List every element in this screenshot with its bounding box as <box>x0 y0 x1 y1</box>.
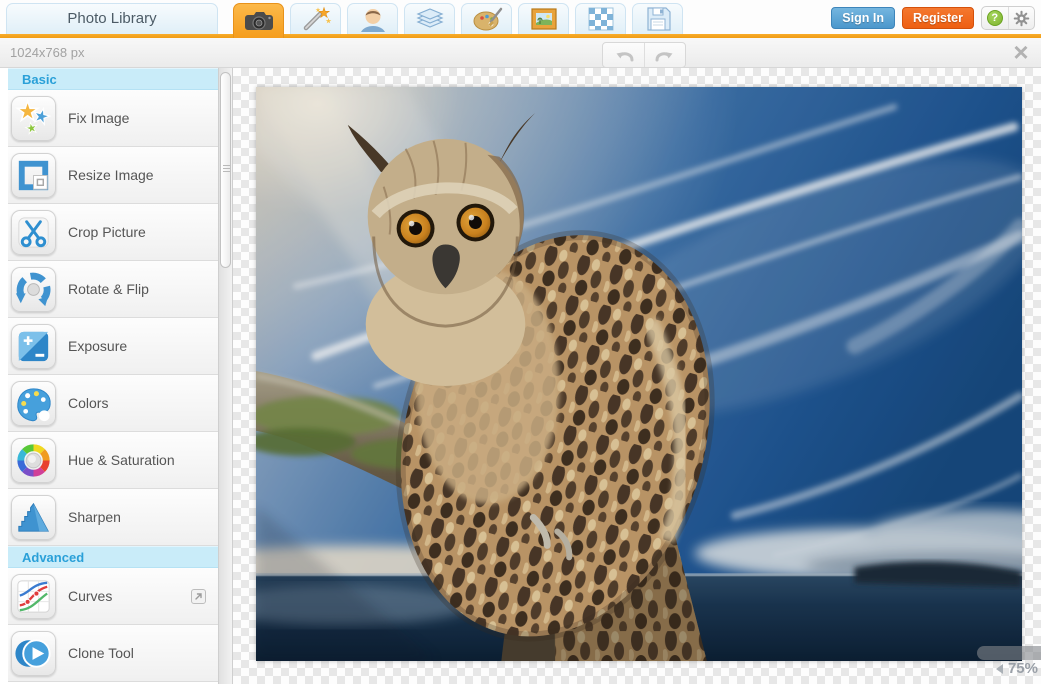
help-button[interactable]: ? <box>982 7 1008 29</box>
tab-painter[interactable] <box>461 3 512 34</box>
tool-label: Curves <box>68 588 112 604</box>
curves-icon <box>11 574 56 619</box>
help-settings-group: ? <box>981 6 1035 30</box>
tool-item-curves[interactable]: Curves <box>8 568 218 625</box>
accent-bar <box>0 34 1041 38</box>
texture-icon <box>584 6 618 32</box>
tool-label: Clone Tool <box>68 645 134 661</box>
exposure-icon <box>11 324 56 369</box>
canvas-area[interactable]: 75% <box>233 68 1041 684</box>
tool-label: Resize Image <box>68 167 154 183</box>
zoom-level: 75% <box>1008 660 1038 677</box>
sidebar-scrollbar[interactable] <box>218 68 233 684</box>
tab-magic-wand[interactable] <box>290 3 341 34</box>
settings-button[interactable] <box>1008 7 1035 29</box>
gear-icon <box>1013 10 1030 27</box>
frame-icon <box>527 6 561 32</box>
tab-texture[interactable] <box>575 3 626 34</box>
tool-item-rotate-flip[interactable]: Rotate & Flip <box>8 261 218 318</box>
tool-item-crop-picture[interactable]: Crop Picture <box>8 204 218 261</box>
tool-label: Rotate & Flip <box>68 281 149 297</box>
history-controls <box>602 42 686 68</box>
register-button[interactable]: Register <box>902 7 974 29</box>
tool-item-hue-saturation[interactable]: Hue & Saturation <box>8 432 218 489</box>
tool-label: Hue & Saturation <box>68 452 175 468</box>
tool-tabs <box>233 3 683 38</box>
tool-label: Colors <box>68 395 108 411</box>
top-bar: Photo Library Sign In Register ? <box>0 0 1041 38</box>
tool-item-fix-image[interactable]: Fix Image <box>8 90 218 147</box>
tool-label: Exposure <box>68 338 127 354</box>
rotate-icon <box>11 267 56 312</box>
section-header-basic: Basic <box>8 68 218 90</box>
sharpen-icon <box>11 495 56 540</box>
painter-icon <box>470 6 504 32</box>
colors-palette-icon <box>11 381 56 426</box>
status-bar: 1024x768 px × <box>0 38 1041 68</box>
camera-icon <box>242 8 276 34</box>
tab-collage[interactable] <box>404 3 455 34</box>
image-dimensions: 1024x768 px <box>10 45 84 60</box>
tool-label: Fix Image <box>68 110 129 126</box>
auth-controls: Sign In Register ? <box>831 6 1035 30</box>
redo-icon <box>653 46 677 64</box>
tool-item-resize-image[interactable]: Resize Image <box>8 147 218 204</box>
corner-arrow-badge-icon <box>191 589 206 604</box>
scrollbar-grip-icon <box>223 165 230 174</box>
tool-item-clone-tool[interactable]: Clone Tool <box>8 625 218 682</box>
resize-icon <box>11 153 56 198</box>
zoom-arrow-icon <box>996 664 1003 674</box>
fix-stars-icon <box>11 96 56 141</box>
question-icon: ? <box>987 10 1003 26</box>
tab-save[interactable] <box>632 3 683 34</box>
tool-label: Crop Picture <box>68 224 146 240</box>
close-button[interactable]: × <box>1009 38 1033 68</box>
crop-scissors-icon <box>11 210 56 255</box>
redo-button[interactable] <box>644 43 685 67</box>
tools-sidebar: Basic Fix Image Resize Image Crop Picture Ro… <box>0 68 218 684</box>
zoom-control[interactable]: 75% <box>996 660 1038 677</box>
magic-wand-icon <box>299 6 333 32</box>
hue-ring-icon <box>11 438 56 483</box>
tab-photo-library[interactable]: Photo Library <box>6 3 218 34</box>
sign-in-button[interactable]: Sign In <box>831 7 895 29</box>
zoom-slider[interactable] <box>977 646 1041 660</box>
scrollbar-thumb[interactable] <box>220 72 231 268</box>
tab-camera[interactable] <box>233 3 284 38</box>
section-header-advanced: Advanced <box>8 546 218 568</box>
photo-library-label: Photo Library <box>67 10 156 27</box>
tool-label: Sharpen <box>68 509 121 525</box>
portrait-icon <box>356 6 390 32</box>
tab-portrait[interactable] <box>347 3 398 34</box>
tool-item-colors[interactable]: Colors <box>8 375 218 432</box>
clone-icon <box>11 631 56 676</box>
undo-icon <box>612 46 636 64</box>
collage-icon <box>413 6 447 32</box>
photo-owl[interactable] <box>256 87 1022 661</box>
save-icon <box>641 6 675 32</box>
undo-button[interactable] <box>603 43 644 67</box>
tool-item-exposure[interactable]: Exposure <box>8 318 218 375</box>
tab-frame[interactable] <box>518 3 569 34</box>
tool-item-sharpen[interactable]: Sharpen <box>8 489 218 546</box>
